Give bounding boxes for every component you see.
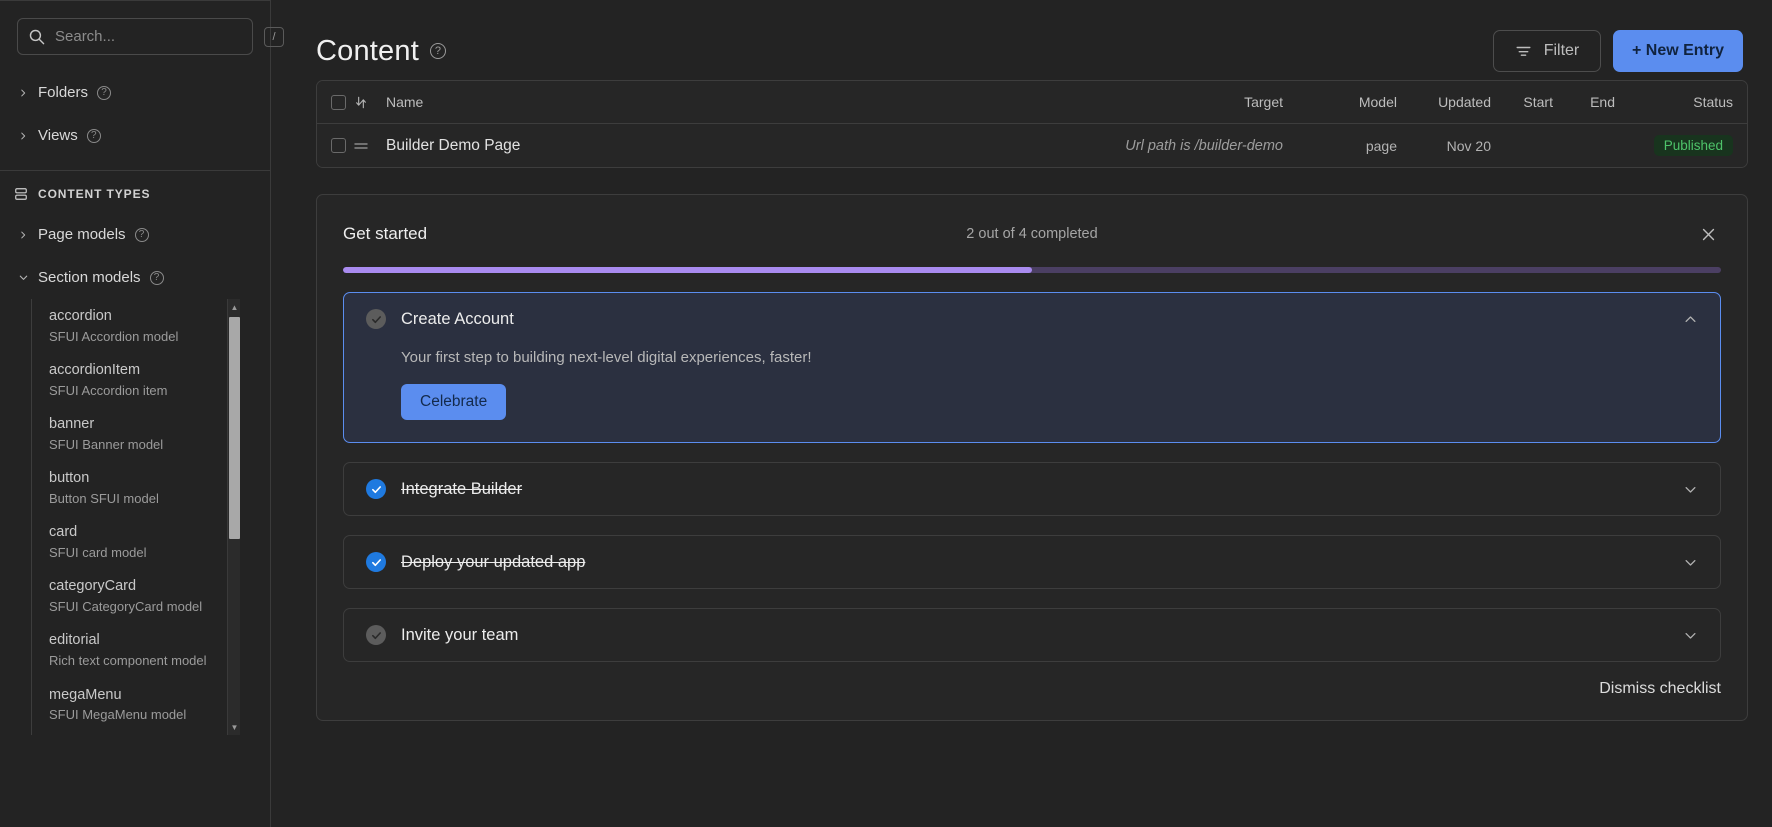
- chevron-down-icon[interactable]: [1683, 555, 1698, 570]
- drag-handle-icon[interactable]: [346, 140, 376, 152]
- checklist-item-integrate-builder[interactable]: Integrate Builder: [343, 462, 1721, 516]
- spacer: [0, 55, 270, 71]
- column-header-name[interactable]: Name: [376, 94, 1011, 110]
- dismiss-row: Dismiss checklist: [343, 680, 1721, 698]
- checklist-item-body: Your first step to building next-level d…: [344, 345, 1720, 442]
- content-types-heading: CONTENT TYPES: [0, 171, 270, 213]
- sidebar-item-folders[interactable]: Folders ?: [0, 71, 270, 114]
- select-all-checkbox[interactable]: [331, 95, 346, 110]
- help-icon[interactable]: ?: [135, 228, 149, 242]
- search-section: /: [0, 1, 270, 55]
- row-model: page: [1311, 138, 1397, 154]
- chevron-down-icon[interactable]: [1683, 482, 1698, 497]
- help-icon[interactable]: ?: [430, 43, 446, 59]
- dismiss-checklist-link[interactable]: Dismiss checklist: [1599, 680, 1721, 698]
- check-circle-icon: [366, 309, 386, 329]
- chevron-down-icon: [17, 272, 29, 283]
- get-started-panel: Get started 2 out of 4 completed Create: [316, 194, 1748, 721]
- row-name: Builder Demo Page: [376, 137, 1011, 155]
- chevron-down-icon[interactable]: [1683, 628, 1698, 643]
- chevron-up-icon[interactable]: [1683, 312, 1698, 327]
- checklist-item-label: Invite your team: [401, 626, 518, 645]
- filter-icon: [1515, 44, 1532, 58]
- column-header-target[interactable]: Target: [1011, 94, 1311, 110]
- new-entry-button[interactable]: + New Entry: [1613, 30, 1743, 72]
- progress-label: 2 out of 4 completed: [317, 226, 1747, 242]
- sidebar-group-label: Section models: [38, 269, 141, 286]
- close-icon[interactable]: [1695, 221, 1721, 247]
- scrollbar-thumb[interactable]: [229, 317, 240, 539]
- checklist-item-description: Your first step to building next-level d…: [401, 349, 1698, 366]
- help-icon[interactable]: ?: [150, 271, 164, 285]
- page-title: Content: [316, 35, 419, 68]
- table-header-row: Name Target Model Updated Start End Stat…: [317, 81, 1747, 124]
- table-row[interactable]: Builder Demo Page Url path is /builder-d…: [317, 124, 1747, 167]
- page-header: Content ? Filter + New Entry: [271, 0, 1748, 76]
- chevron-right-icon: [17, 131, 29, 141]
- filter-button-label: Filter: [1544, 42, 1580, 60]
- progress-bar-track: [343, 267, 1721, 273]
- sidebar-item-views[interactable]: Views ?: [0, 114, 270, 157]
- check-circle-icon: [366, 625, 386, 645]
- column-header-start[interactable]: Start: [1491, 94, 1553, 110]
- checklist-item-label: Deploy your updated app: [401, 553, 585, 572]
- sidebar-group-section-models[interactable]: Section models ?: [0, 256, 270, 299]
- celebrate-button[interactable]: Celebrate: [401, 384, 506, 420]
- sidebar-item-label: Views: [38, 127, 78, 144]
- help-icon[interactable]: ?: [87, 129, 101, 143]
- column-header-end[interactable]: End: [1553, 94, 1615, 110]
- sidebar-group-page-models[interactable]: Page models ?: [0, 213, 270, 256]
- status-badge: Published: [1654, 135, 1733, 156]
- search-input[interactable]: [55, 28, 254, 45]
- scroll-down-arrow-icon[interactable]: ▼: [229, 719, 240, 735]
- row-target: Url path is /builder-demo: [1011, 138, 1311, 154]
- sidebar: / Folders ? Views ? CONTENT T: [0, 0, 271, 827]
- header-actions: Filter + New Entry: [1493, 30, 1748, 72]
- checklist-item-deploy-your-updated-app[interactable]: Deploy your updated app: [343, 535, 1721, 589]
- content-types-label: CONTENT TYPES: [38, 187, 150, 201]
- main-content: Content ? Filter + New Entry: [271, 0, 1772, 827]
- chevron-right-icon: [17, 230, 29, 240]
- check-circle-icon: [366, 552, 386, 572]
- sidebar-scrollbar[interactable]: ▲ ▼: [227, 299, 240, 735]
- checklist-item-header[interactable]: Integrate Builder: [344, 463, 1720, 515]
- column-header-model[interactable]: Model: [1311, 94, 1397, 110]
- progress-bar-fill: [343, 267, 1032, 273]
- checklist-item-header[interactable]: Invite your team: [344, 609, 1720, 661]
- chevron-right-icon: [17, 88, 29, 98]
- column-header-updated[interactable]: Updated: [1397, 94, 1491, 110]
- search-box[interactable]: /: [17, 18, 253, 55]
- row-status: Published: [1615, 135, 1747, 156]
- column-header-status[interactable]: Status: [1615, 94, 1747, 110]
- checklist-item-label: Integrate Builder: [401, 480, 522, 499]
- checklist-item-label: Create Account: [401, 310, 514, 329]
- app-root: / Folders ? Views ? CONTENT T: [0, 0, 1772, 827]
- help-icon[interactable]: ?: [97, 86, 111, 100]
- check-circle-icon: [366, 479, 386, 499]
- scroll-up-arrow-icon[interactable]: ▲: [229, 299, 240, 315]
- row-checkbox[interactable]: [331, 138, 346, 153]
- panel-title: Get started: [343, 224, 427, 244]
- row-updated: Nov 20: [1397, 138, 1491, 154]
- search-icon: [28, 28, 45, 45]
- checklist-item-create-account[interactable]: Create Account Your first step to buildi…: [343, 292, 1721, 443]
- content-table: Name Target Model Updated Start End Stat…: [316, 80, 1748, 168]
- panel-header: Get started 2 out of 4 completed: [343, 217, 1721, 251]
- checklist-item-header[interactable]: Create Account: [344, 293, 1720, 345]
- filter-button[interactable]: Filter: [1493, 30, 1601, 72]
- section-models-list: accordion SFUI Accordion model accordion…: [31, 299, 270, 735]
- checklist-item-invite-your-team[interactable]: Invite your team: [343, 608, 1721, 662]
- sort-icon[interactable]: [346, 95, 376, 110]
- sidebar-group-label: Page models: [38, 226, 126, 243]
- sidebar-item-label: Folders: [38, 84, 88, 101]
- content-types-icon: [14, 187, 28, 201]
- checklist-item-header[interactable]: Deploy your updated app: [344, 536, 1720, 588]
